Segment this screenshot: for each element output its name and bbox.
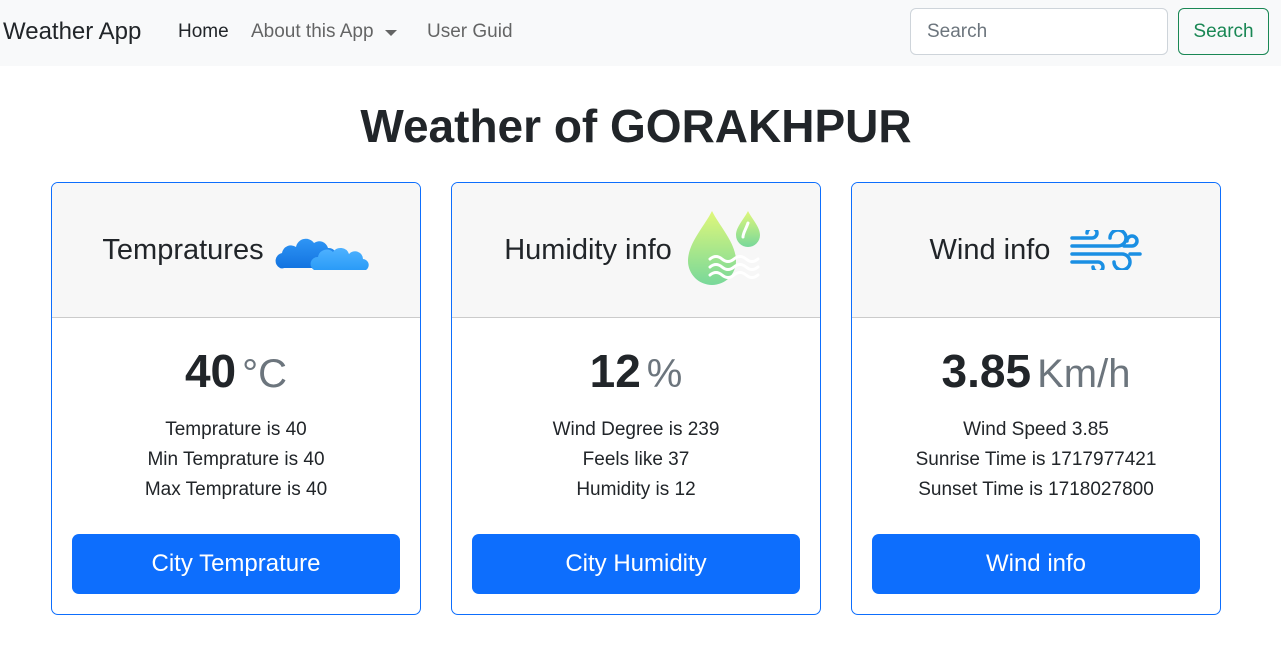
nav-link-user-guide[interactable]: User Guid <box>427 20 513 44</box>
detail-line: Max Temprature is 40 <box>144 479 328 500</box>
detail-line: Wind Degree is 239 <box>552 419 720 440</box>
card-title: Humidity info <box>504 234 672 266</box>
temperature-metric: 40 °C <box>52 343 420 402</box>
nav-link-home[interactable]: Home <box>178 20 229 44</box>
cloud-icon <box>274 228 370 272</box>
page-title: Weather of GORAKHPUR <box>360 100 912 152</box>
search-input[interactable] <box>910 8 1168 55</box>
detail-list: Wind Speed 3.85 Sunrise Time is 17179774… <box>852 415 1220 505</box>
search-button[interactable]: Search <box>1178 8 1269 55</box>
humidity-metric: 12% <box>452 343 820 402</box>
wind-metric: 3.85 Km/h <box>852 343 1220 402</box>
wind-icon <box>1070 230 1143 270</box>
detail-line: Temprature is 40 <box>165 419 307 440</box>
card-body: 12% Wind Degree is 239 Feels like 37 Hum… <box>452 319 820 614</box>
card-header: Tempratures <box>52 183 420 318</box>
metric-unit: Km/h <box>1037 352 1131 396</box>
metric-unit: % <box>646 352 683 396</box>
nav-about-label: About this App <box>251 21 374 42</box>
detail-line: Feels like 37 <box>582 449 690 470</box>
card-header: Wind info <box>852 183 1220 318</box>
city-temperature-button[interactable]: City Temprature <box>72 534 400 594</box>
metric-value: 40 <box>184 345 237 397</box>
metric-value: 12 <box>589 345 641 397</box>
water-drops-icon <box>682 207 768 293</box>
card-body: 3.85 Km/h Wind Speed 3.85 Sunrise Time is… <box>852 319 1220 614</box>
navbar-brand[interactable]: Weather App <box>3 17 141 47</box>
detail-line: Min Temprature is 40 <box>147 449 325 470</box>
detail-line: Wind Speed 3.85 <box>963 419 1109 440</box>
temperature-card: Tempratures 40 °C Temprature is 40 Min T… <box>51 182 421 615</box>
card-header: Humidity info <box>452 183 820 318</box>
metric-value: 3.85 <box>941 345 1032 397</box>
card-body: 40 °C Temprature is 40 Min Temprature is … <box>52 319 420 614</box>
detail-list: Wind Degree is 239 Feels like 37 Humidit… <box>452 415 820 505</box>
detail-line: Humidity is 12 <box>576 479 696 500</box>
humidity-card: Humidity info 12% Wind Degree is 239 Fee… <box>451 182 821 615</box>
detail-line: Sunset Time is 1718027800 <box>918 479 1154 500</box>
card-title: Tempratures <box>102 234 264 266</box>
nav-dropdown-about[interactable]: About this App <box>251 20 397 44</box>
navbar: Weather App Home About this App User Gui… <box>0 0 1281 66</box>
city-humidity-button[interactable]: City Humidity <box>472 534 800 594</box>
wind-card: Wind info 3.85 Km/h Wind Speed 3.85 Sunri… <box>851 182 1221 615</box>
metric-unit: °C <box>242 352 288 396</box>
caret-down-icon <box>384 30 397 36</box>
card-title: Wind info <box>929 234 1051 266</box>
wind-info-button[interactable]: Wind info <box>872 534 1200 594</box>
detail-line: Sunrise Time is 1717977421 <box>915 449 1157 470</box>
detail-list: Temprature is 40 Min Temprature is 40 Ma… <box>52 415 420 505</box>
